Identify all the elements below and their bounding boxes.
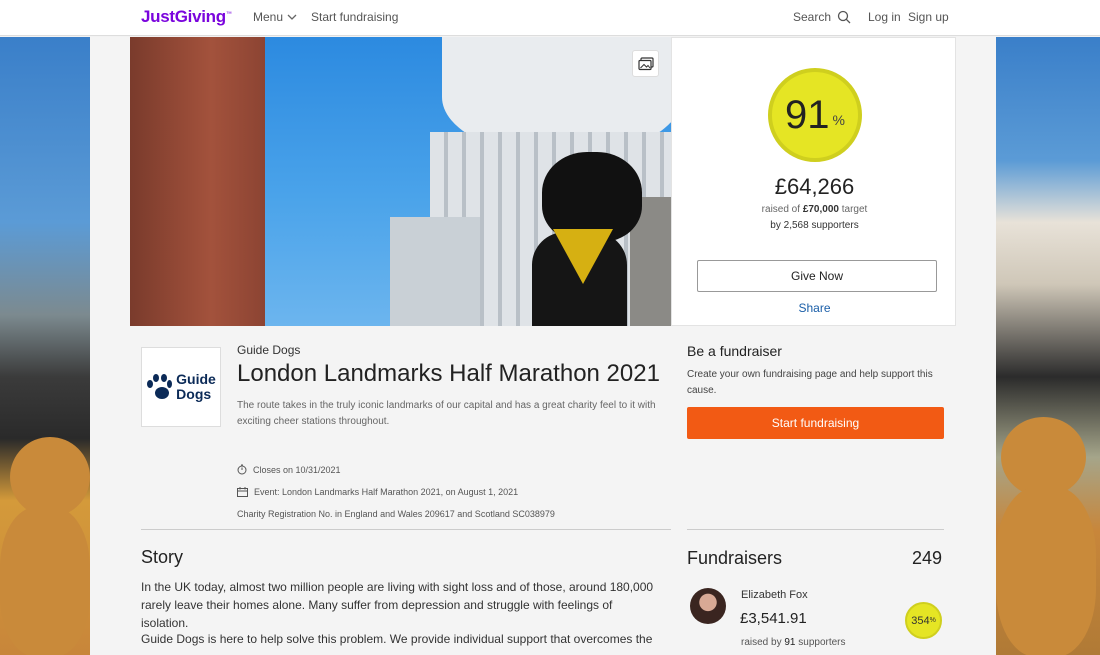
charity-logo-text: Guide Dogs (176, 371, 216, 402)
charity-logo[interactable]: Guide Dogs (141, 347, 221, 427)
target-text: raised of £70,000 target (761, 204, 868, 215)
fundraiser-name[interactable]: Elizabeth Fox (741, 589, 808, 601)
amount-raised: £64,266 (774, 174, 855, 199)
progress-percent-symbol: % (832, 112, 845, 128)
charity-registration: Charity Registration No. in England and … (237, 509, 555, 519)
be-fundraiser-title: Be a fundraiser (687, 343, 782, 359)
target-amount: £70,000 (802, 204, 839, 215)
background-photo-right (996, 37, 1100, 655)
story-heading: Story (141, 547, 184, 567)
fundraisers-count: 249 (912, 548, 943, 568)
progress-percentage-circle: 91 % (768, 68, 862, 162)
supporters-text: by 2,568 supporters (770, 220, 859, 231)
closing-date: Closes on 10/31/2021 (237, 464, 341, 475)
menu-button[interactable]: Menu (253, 10, 297, 24)
hero-image (130, 37, 671, 326)
nav-start-fundraising-link[interactable]: Start fundraising (311, 10, 398, 24)
fundraiser-amount: £3,541.91 (740, 610, 807, 627)
image-gallery-button[interactable] (632, 50, 659, 77)
justgiving-logo[interactable]: JustGiving™ (141, 7, 232, 27)
supporters-count: 2,568 (783, 220, 809, 231)
divider (141, 529, 671, 530)
charity-name[interactable]: Guide Dogs (237, 343, 300, 357)
be-fundraiser-description: Create your own fundraising page and hel… (687, 369, 933, 396)
signup-link[interactable]: Sign up (908, 10, 949, 24)
background-photo-left (0, 37, 90, 655)
search-icon (837, 10, 851, 24)
donation-stats-card: 91 % £64,266 raised of £70,000 target by… (671, 37, 956, 326)
stopwatch-icon (237, 464, 247, 475)
calendar-icon (237, 487, 248, 497)
image-gallery-icon (637, 56, 654, 70)
progress-percent: 91 (785, 92, 830, 137)
avatar[interactable] (690, 588, 726, 624)
paw-icon (146, 374, 173, 400)
story-paragraph: In the UK today, almost two million peop… (141, 580, 654, 630)
page-title: London Landmarks Half Marathon 2021 (237, 360, 660, 387)
divider (687, 529, 944, 530)
search-label: Search (793, 10, 832, 24)
event-description: The route takes in the truly iconic land… (237, 400, 656, 427)
event-info: Event: London Landmarks Half Marathon 20… (237, 487, 518, 497)
fundraisers-heading: Fundraisers (687, 548, 783, 568)
search-button[interactable]: Search (793, 10, 851, 24)
fundraiser-progress-badge: 354% (905, 602, 942, 639)
fundraiser-supporters: raised by 91 supporters (741, 637, 846, 648)
login-link[interactable]: Log in (868, 10, 901, 24)
top-navigation-bar: JustGiving™ Menu Start fundraising Searc… (0, 0, 1100, 36)
start-fundraising-button[interactable]: Start fundraising (687, 407, 944, 439)
share-link[interactable]: Share (672, 301, 957, 315)
chevron-down-icon (287, 14, 297, 20)
menu-label: Menu (253, 10, 284, 24)
story-paragraph: Guide Dogs is here to help solve this pr… (141, 632, 653, 646)
give-now-button[interactable]: Give Now (697, 260, 937, 292)
